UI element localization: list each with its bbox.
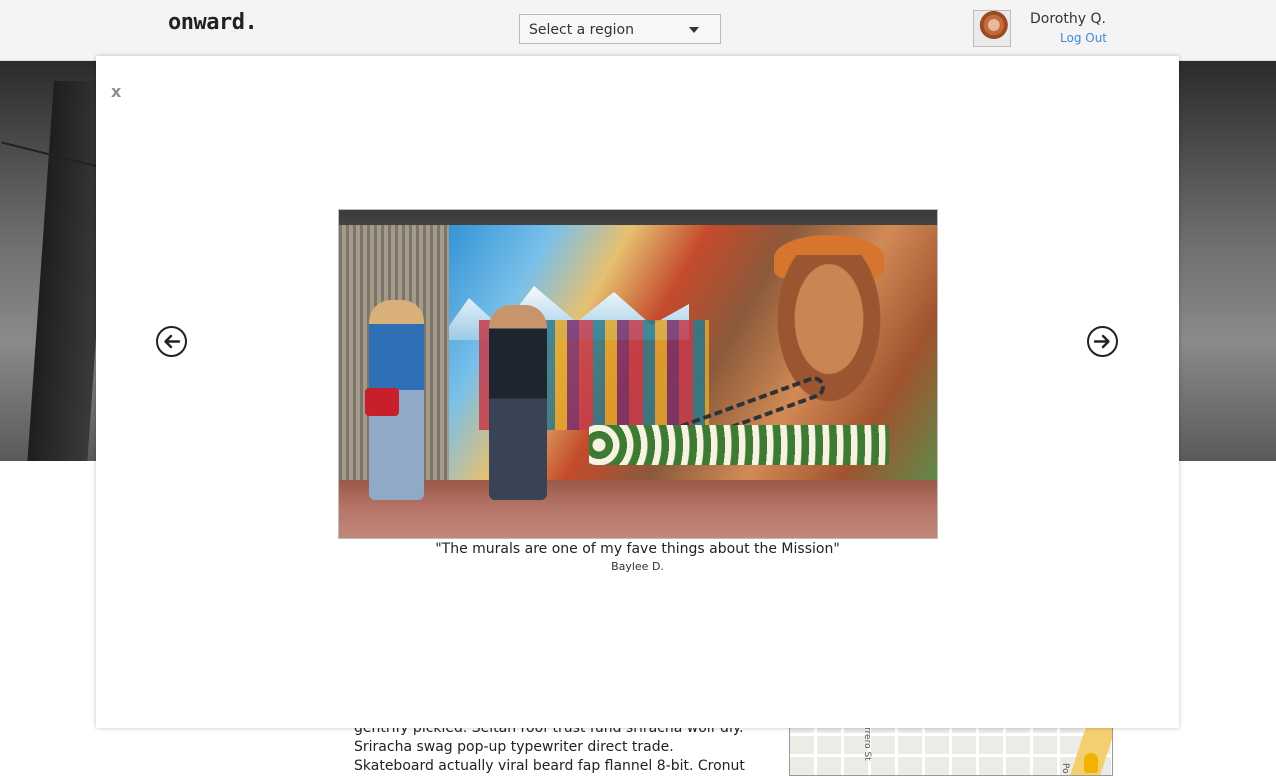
- mural-flowers: [589, 425, 889, 465]
- chevron-down-icon: [689, 27, 699, 33]
- close-button[interactable]: x: [111, 82, 121, 101]
- pegman-icon[interactable]: [1084, 753, 1098, 773]
- photo-person-man: [489, 305, 547, 500]
- arrow-right-icon: [1093, 334, 1110, 349]
- site-logo[interactable]: onward.: [168, 10, 258, 35]
- photo-sidewalk: [339, 480, 937, 538]
- prev-photo-button[interactable]: [156, 326, 187, 357]
- map-street-label-right: Po: [1060, 763, 1070, 774]
- photo-red-bag: [365, 388, 399, 416]
- map-street-label: rrero St: [862, 727, 872, 761]
- region-select-value: Select a region: [529, 22, 634, 38]
- region-select[interactable]: Select a region: [519, 14, 721, 44]
- logout-link[interactable]: Log Out: [1060, 31, 1107, 45]
- user-name: Dorothy Q.: [1030, 11, 1106, 27]
- top-header: onward. Select a region Dorothy Q. Log O…: [0, 0, 1276, 61]
- lightbox-photo: [338, 209, 938, 539]
- photo-caption-author: Baylee D.: [611, 560, 664, 573]
- user-avatar[interactable]: [973, 10, 1011, 47]
- next-photo-button[interactable]: [1087, 326, 1118, 357]
- photo-lightbox-modal: x "The murals are one of my fave things …: [96, 56, 1179, 728]
- arrow-left-icon: [164, 334, 181, 349]
- photo-caption-quote: "The murals are one of my fave things ab…: [435, 541, 840, 557]
